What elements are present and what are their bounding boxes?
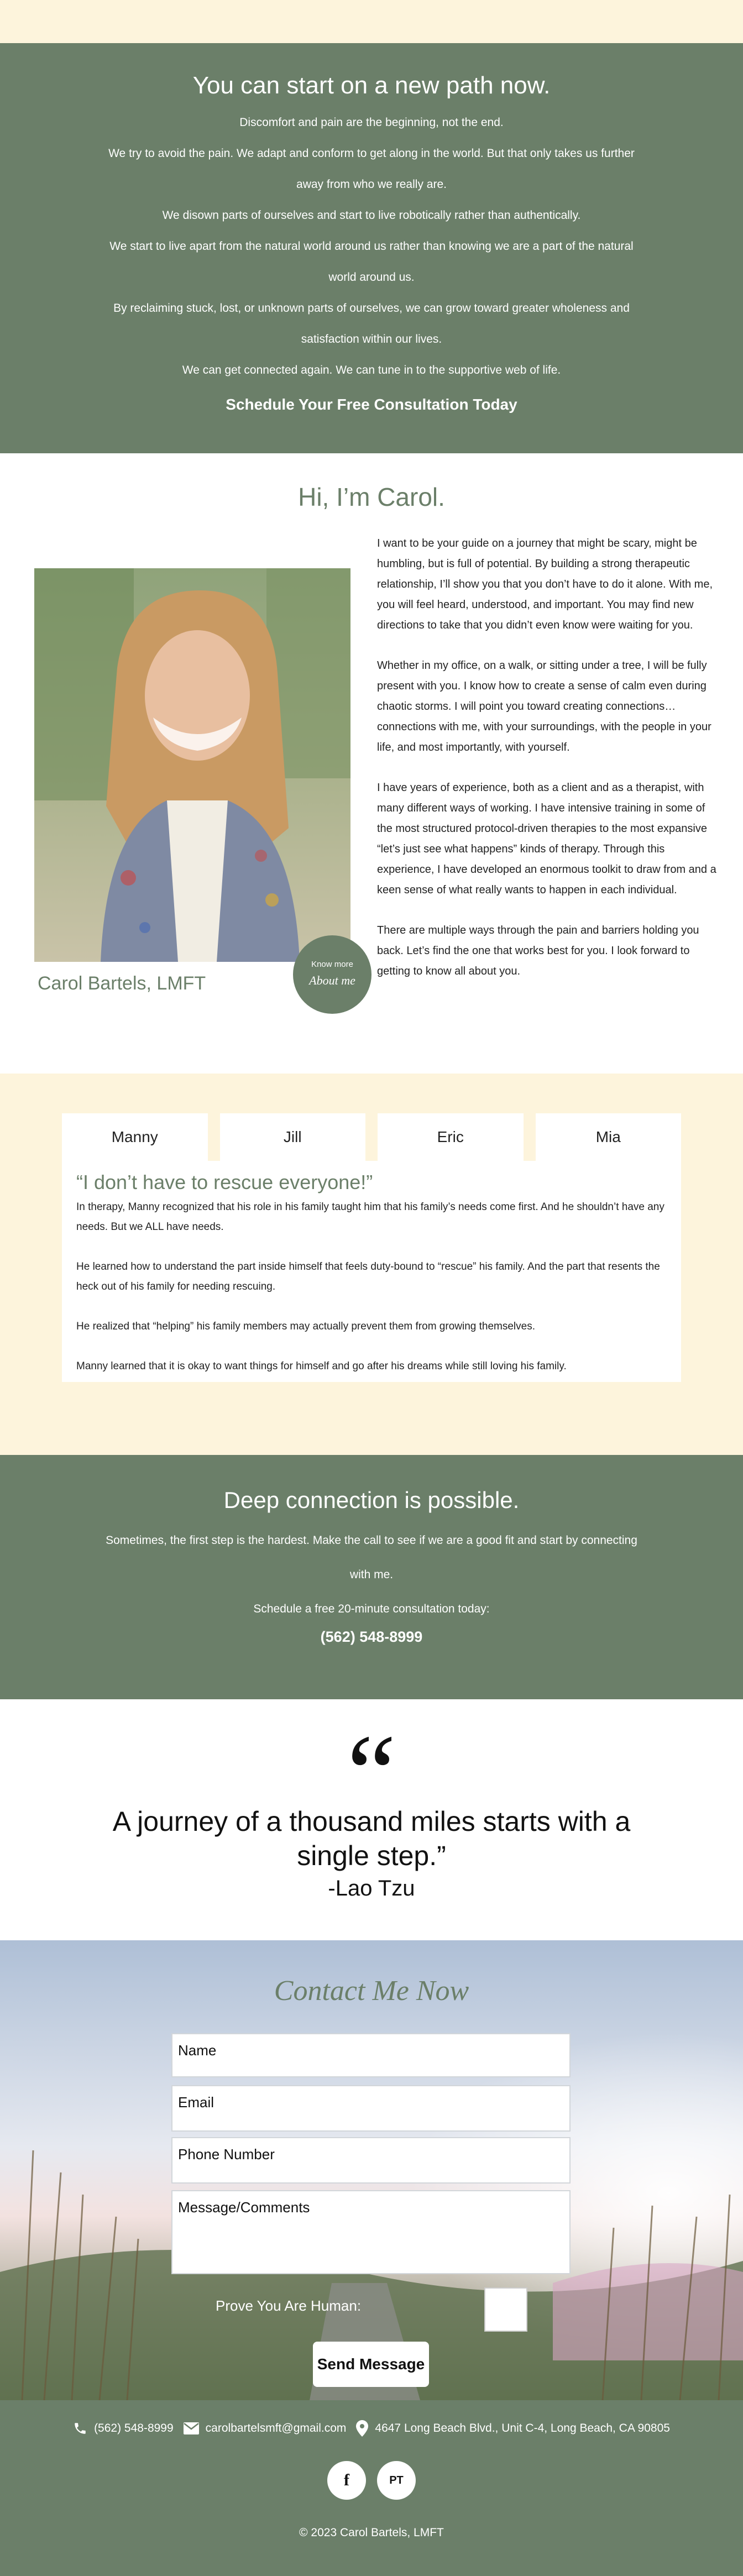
contact-section: Contact Me Now Name Email Phone Number M… (0, 1940, 743, 2400)
tab-paragraph: He realized that “helping” his family me… (76, 1321, 535, 1332)
about-paragraph: There are multiple ways through the pain… (377, 924, 699, 977)
message-field[interactable]: Message/Comments (171, 2190, 571, 2274)
schedule-consultation-link[interactable]: Schedule Your Free Consultation Today (226, 396, 517, 413)
footer-phone[interactable]: (562) 548-8999 (73, 2421, 174, 2436)
tab-paragraph: He learned how to understand the part in… (76, 1261, 660, 1292)
map-pin-icon (356, 2420, 369, 2437)
send-message-button[interactable]: Send Message (313, 2342, 429, 2387)
psychology-today-icon[interactable]: PT (377, 2461, 416, 2500)
quote-section: “ A journey of a thousand miles starts w… (0, 1699, 743, 1940)
carol-caption: Carol Bartels, LMFT (38, 973, 206, 994)
about-title: Hi, I’m Carol. (298, 483, 445, 511)
tab-manny[interactable]: Manny (62, 1113, 208, 1161)
new-path-section: You can start on a new path now. Discomf… (0, 43, 743, 453)
tab-panel: “I don’t have to rescue everyone!” In th… (62, 1161, 681, 1382)
tabs-container: Manny Jill Eric Mia “I don’t have to res… (62, 1113, 681, 1382)
phone-field[interactable]: Phone Number (171, 2137, 571, 2184)
phone-icon (75, 2423, 86, 2434)
new-path-line: We disown parts of ourselves and start t… (162, 209, 581, 222)
tab-eric[interactable]: Eric (378, 1113, 524, 1161)
captcha-label: Prove You Are Human: (216, 2297, 362, 2314)
tab-paragraph: Manny learned that it is okay to want th… (76, 1360, 567, 1372)
deep-line: Schedule a free 20-minute consultation t… (253, 1603, 490, 1615)
footer-address-text: 4647 Long Beach Blvd., Unit C-4, Long Be… (375, 2422, 670, 2434)
tab-heading: “I don’t have to rescue everyone!” (76, 1171, 373, 1193)
tab-jill[interactable]: Jill (219, 1113, 365, 1161)
new-path-line: We start to live apart from the natural … (109, 240, 634, 284)
top-strip (0, 0, 743, 43)
new-path-line: We can get connected again. We can tune … (182, 364, 561, 376)
footer: (562) 548-8999 carolbartelsmft@gmail.com… (0, 2400, 743, 2576)
footer-phone-text: (562) 548-8999 (94, 2422, 174, 2434)
captcha-input[interactable] (484, 2287, 527, 2332)
envelope-icon (183, 2422, 199, 2434)
tab-paragraph: In therapy, Manny recognized that his ro… (76, 1201, 664, 1233)
deep-phone-link[interactable]: (562) 548-8999 (321, 1629, 423, 1646)
testimonial-tabs-section: Manny Jill Eric Mia “I don’t have to res… (0, 1074, 743, 1455)
new-path-line: By reclaiming stuck, lost, or unknown pa… (113, 302, 630, 345)
footer-email-text: carolbartelsmft@gmail.com (205, 2422, 347, 2434)
deep-connection-section: Deep connection is possible. Sometimes, … (0, 1455, 743, 1699)
tab-mia[interactable]: Mia (535, 1113, 681, 1161)
social-links: f PT (0, 2461, 743, 2500)
facebook-icon[interactable]: f (327, 2461, 366, 2500)
new-path-line: We try to avoid the pain. We adapt and c… (108, 147, 635, 191)
deep-line: Sometimes, the first step is the hardest… (106, 1534, 637, 1581)
quote-author: -Lao Tzu (328, 1876, 415, 1900)
new-path-line: Discomfort and pain are the beginning, n… (239, 116, 504, 129)
badge-small-label: Know more (311, 960, 353, 969)
deep-title: Deep connection is possible. (223, 1487, 520, 1513)
copyright: © 2023 Carol Bartels, LMFT (299, 2526, 444, 2539)
tab-bar: Manny Jill Eric Mia (62, 1113, 681, 1161)
about-text: I want to be your guide on a journey tha… (377, 533, 720, 1002)
about-paragraph: I have years of experience, both as a cl… (377, 782, 716, 896)
new-path-title: You can start on a new path now. (192, 72, 551, 99)
about-paragraph: Whether in my office, on a walk, or sitt… (377, 659, 711, 753)
quote-text: A journey of a thousand miles starts wit… (112, 1806, 631, 1871)
badge-big-label: About me (309, 973, 355, 987)
about-section: Hi, I’m Carol. Carol Bartels, LMFT Know … (0, 453, 743, 1074)
footer-email[interactable]: carolbartelsmft@gmail.com (183, 2422, 347, 2435)
carol-photo (34, 568, 350, 962)
footer-address[interactable]: 4647 Long Beach Blvd., Unit C-4, Long Be… (356, 2420, 670, 2437)
about-paragraph: I want to be your guide on a journey tha… (377, 537, 713, 631)
email-field[interactable]: Email (171, 2085, 571, 2132)
quote-mark-icon: “ (347, 1713, 396, 1835)
contact-title: Contact Me Now (274, 1975, 469, 2007)
about-me-badge[interactable]: Know more About me (293, 935, 372, 1014)
footer-contact-info: (562) 548-8999 carolbartelsmft@gmail.com… (0, 2420, 743, 2437)
name-field[interactable]: Name (171, 2033, 571, 2077)
